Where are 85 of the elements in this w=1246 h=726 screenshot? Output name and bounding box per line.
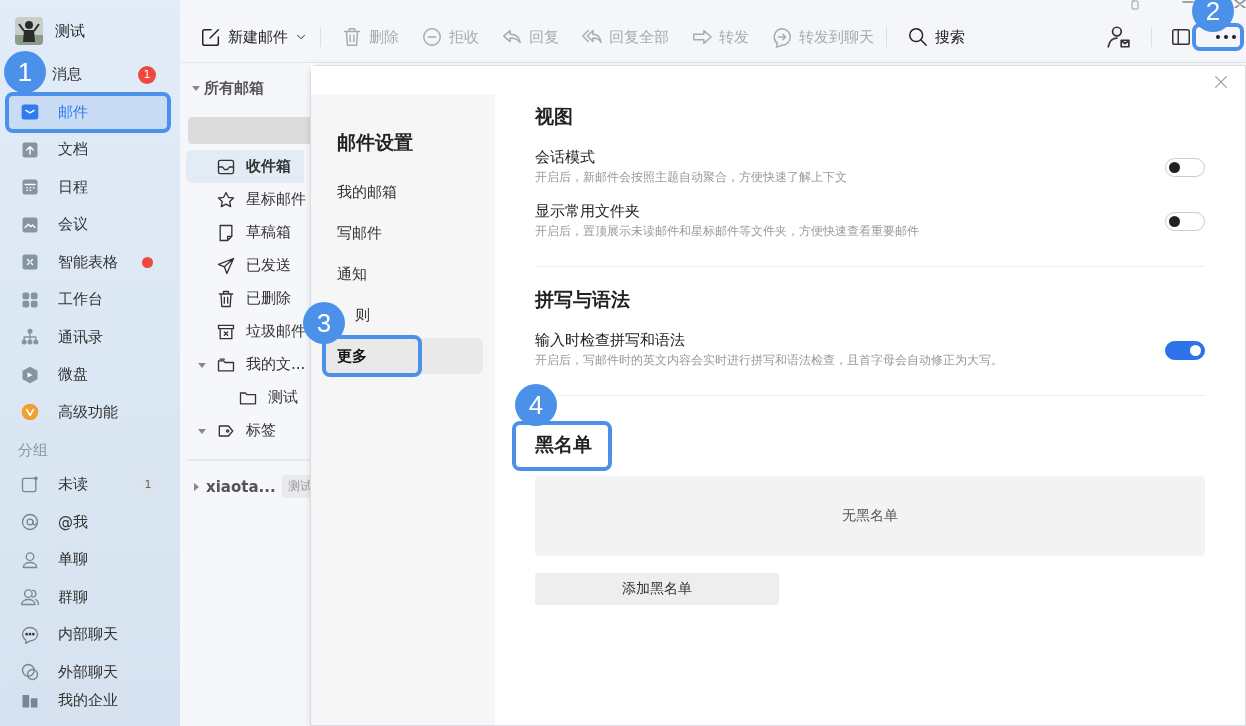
close-icon — [1234, 0, 1246, 8]
step-number-badge: 1 — [4, 51, 46, 93]
settings-nav-item[interactable]: 我的邮箱 — [325, 174, 483, 210]
toolbar-button[interactable]: 新建邮件 — [200, 26, 308, 48]
step-number-badge: 4 — [515, 384, 557, 426]
step-number-badge: 2 — [1192, 0, 1234, 32]
nav-item[interactable]: 消息 1 — [48, 57, 168, 93]
folder-item[interactable]: 标签 — [186, 414, 304, 447]
section-heading: 视图 — [535, 104, 573, 129]
folder-item[interactable]: 星标邮件 — [186, 183, 306, 216]
folder-item[interactable]: 我的文... — [186, 348, 306, 381]
chat-arrow-icon — [771, 26, 793, 48]
layout-button[interactable] — [1170, 26, 1192, 48]
mailbox-header[interactable]: 所有邮箱 — [180, 75, 264, 101]
nav-item[interactable]: 通讯录 — [8, 319, 168, 355]
calendar-icon — [20, 177, 40, 198]
add-blacklist-button[interactable]: 添加黑名单 — [535, 573, 779, 605]
section-heading: 拼写与语法 — [535, 287, 630, 312]
contact-button[interactable] — [1105, 24, 1131, 50]
folder-item[interactable]: 已删除 — [186, 282, 304, 315]
search-icon — [907, 26, 929, 48]
unread-badge: 1 — [138, 65, 156, 84]
minus-circle-icon — [421, 26, 443, 48]
chat-bubble-icon — [20, 624, 40, 645]
empty-list-message: 无黑名单 — [535, 476, 1205, 556]
toolbar-button[interactable]: 搜索 — [907, 26, 965, 48]
collapsed-arrow-icon[interactable] — [192, 482, 200, 491]
setting-label: 显示常用文件夹 — [535, 202, 641, 221]
nav-item[interactable]: 工作台 — [8, 282, 168, 318]
minimize-icon — [1182, 0, 1194, 4]
group-item[interactable]: 内部聊天 — [8, 617, 168, 653]
at-sign-icon — [20, 512, 40, 533]
settings-nav-item[interactable]: 更多 — [325, 338, 483, 374]
envelope-icon — [20, 102, 40, 123]
settings-nav-item[interactable]: 则 — [355, 297, 370, 333]
edit-icon — [200, 26, 222, 48]
group-item[interactable]: 单聊 — [8, 542, 168, 578]
close-icon — [1213, 74, 1229, 90]
group-item[interactable]: @我 — [8, 504, 168, 540]
table-icon — [20, 252, 40, 273]
nav-item[interactable]: 高级功能 — [8, 394, 168, 430]
count-badge: 1 — [138, 474, 158, 495]
toggle-switch[interactable] — [1165, 340, 1205, 360]
folder-item[interactable]: 测试 — [186, 381, 304, 414]
person-mail-icon — [1105, 24, 1131, 50]
folder-item[interactable]: 草稿箱 — [186, 216, 304, 249]
expanded-arrow-icon[interactable] — [192, 84, 200, 92]
setting-description: 开启后，置顶展示未读邮件和星标邮件等文件夹，方便快速查看重要邮件 — [535, 223, 919, 240]
settings-nav-item[interactable]: 写邮件 — [325, 215, 483, 251]
sidebar-layout-icon — [1170, 26, 1192, 48]
expanded-arrow-icon[interactable] — [198, 426, 206, 435]
group-item[interactable]: 未读 1 — [8, 467, 168, 503]
trash-icon — [341, 26, 363, 48]
folder-item[interactable]: 收件箱 — [186, 150, 304, 183]
paper-plane-icon — [216, 255, 236, 276]
more-icon — [1214, 33, 1238, 41]
people-icon — [20, 587, 40, 608]
setting-description: 开启后，新邮件会按照主题自动聚合，方便快速了解上下文 — [535, 169, 847, 186]
sparkle-badge-icon — [20, 402, 40, 423]
dialog-title: 邮件设置 — [336, 130, 413, 155]
nav-item[interactable]: 日程 — [8, 169, 168, 205]
account-name[interactable]: xiaota... — [206, 477, 276, 496]
user-name: 测试 — [55, 21, 85, 41]
setting-description: 开启后，写邮件时的英文内容会实时进行拼写和语法检查，且首字母会自动修正为大写。 — [535, 352, 1003, 369]
setting-label: 会话模式 — [535, 148, 596, 167]
folder-item[interactable]: 已发送 — [186, 249, 304, 282]
section-heading: 黑名单 — [535, 432, 592, 457]
toggle-switch[interactable] — [1165, 211, 1205, 231]
star-icon — [216, 189, 236, 210]
nav-item[interactable]: 会议 — [8, 207, 168, 243]
trash-icon — [216, 288, 236, 309]
nav-item[interactable]: 智能表格 — [8, 244, 168, 280]
person-icon — [20, 549, 40, 570]
group-item[interactable]: 群聊 — [8, 579, 168, 615]
nav-item[interactable]: 文档 — [8, 132, 168, 168]
cube-icon — [20, 364, 40, 385]
folder-item[interactable]: 垃圾邮件 — [186, 315, 306, 348]
toggle-switch[interactable] — [1165, 157, 1205, 177]
more-button[interactable] — [1214, 33, 1238, 41]
setting-label: 输入时检查拼写和语法 — [535, 331, 686, 350]
nav-item[interactable]: 微盘 — [8, 357, 168, 393]
settings-nav-item[interactable]: 通知 — [325, 256, 483, 292]
expanded-arrow-icon[interactable] — [198, 360, 206, 369]
section-heading: 分组 — [17, 440, 49, 461]
chat-bubbles-icon — [20, 662, 40, 683]
